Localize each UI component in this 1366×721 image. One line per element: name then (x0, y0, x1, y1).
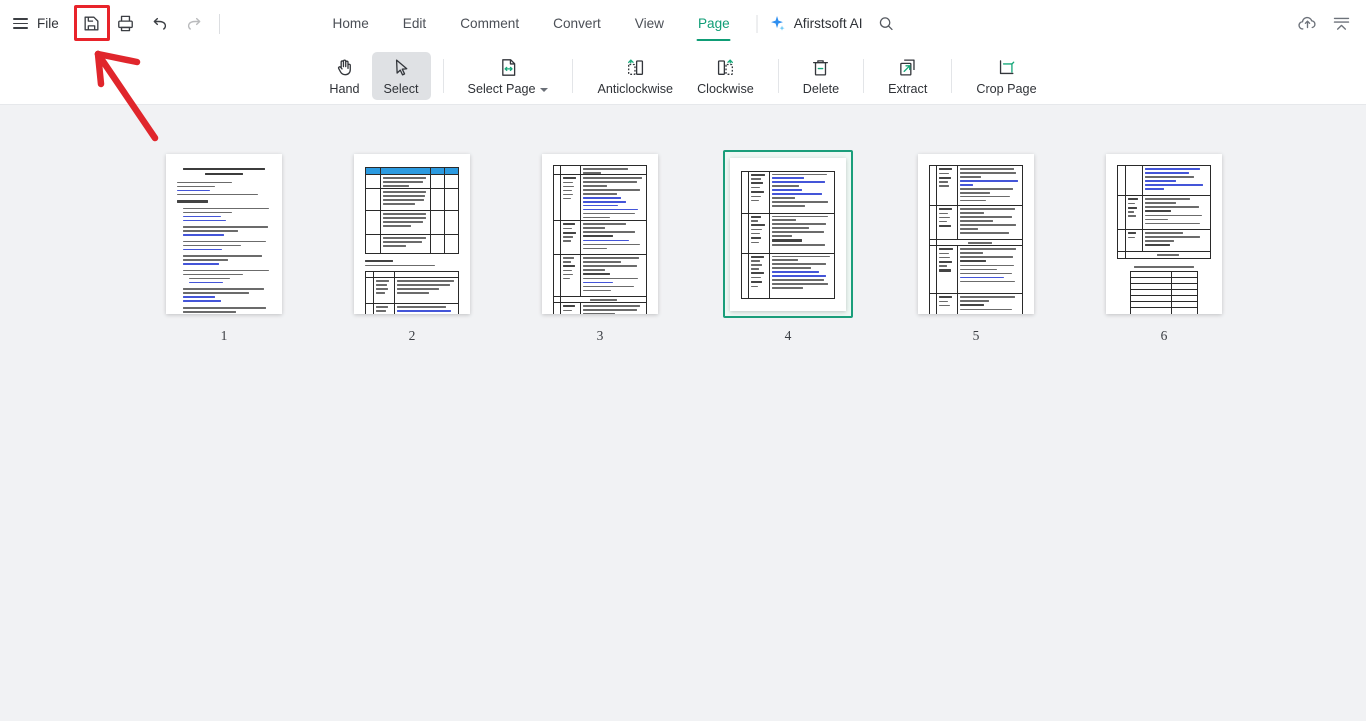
ribbon-select-label: Select (383, 82, 419, 96)
tab-comment[interactable]: Comment (443, 0, 536, 47)
cloud-upload-icon (1297, 16, 1316, 30)
page-number-3: 3 (596, 328, 604, 343)
ribbon-select-page-button[interactable]: Select Page (456, 52, 561, 100)
ribbon-hand-label: Hand (329, 82, 360, 96)
search-button[interactable] (872, 10, 900, 38)
page-number-1: 1 (220, 328, 228, 343)
tab-home[interactable]: Home (316, 0, 386, 47)
ribbon-anticlockwise-button[interactable]: Anticlockwise (585, 52, 685, 100)
ribbon-select-button[interactable]: Select (371, 51, 431, 100)
select-page-icon (498, 56, 519, 79)
extract-icon (897, 56, 918, 79)
rotate-anticlockwise-icon (625, 56, 646, 79)
ribbon-divider-2 (572, 58, 574, 93)
quick-access-toolbar (75, 7, 228, 41)
tab-view[interactable]: View (618, 0, 681, 47)
main-tab-bar: Home Edit Comment Convert View Page Afir… (316, 0, 901, 47)
ribbon-hand-button[interactable]: Hand (317, 52, 371, 100)
page-preview-2 (354, 154, 470, 314)
collapse-ribbon-button[interactable] (1326, 9, 1356, 39)
page-ribbon-toolbar: Hand Select Select Page Anticlockwise Cl… (0, 47, 1366, 105)
tab-edit[interactable]: Edit (386, 0, 443, 47)
cursor-arrow-icon (391, 56, 412, 79)
collapse-ribbon-icon (1333, 17, 1349, 30)
ribbon-clockwise-button[interactable]: Clockwise (685, 52, 766, 100)
ribbon-select-page-text: Select Page (467, 82, 536, 96)
page-preview-content-6 (1106, 154, 1222, 314)
ribbon-divider-1 (442, 58, 444, 93)
page-thumbnail-frame-1 (159, 150, 289, 318)
ribbon-divider-5 (951, 58, 953, 93)
rotate-clockwise-icon (715, 56, 736, 79)
page-number-5: 5 (972, 328, 980, 343)
ribbon-clockwise-label: Clockwise (697, 82, 754, 96)
page-preview-content-1 (166, 154, 282, 314)
afirstsoft-ai-label: Afirstsoft AI (793, 16, 863, 31)
page-preview-content-2 (354, 154, 470, 314)
save-button[interactable] (75, 7, 109, 41)
page-thumbnail-frame-6 (1099, 150, 1229, 318)
print-button[interactable] (109, 7, 143, 41)
tab-bar-divider (756, 14, 758, 33)
page-thumbnail-4[interactable]: 4 (694, 150, 882, 344)
page-thumbnail-workspace: 1 2 3 4 5 6 (0, 105, 1366, 721)
toolbar-divider (218, 13, 220, 34)
tab-convert[interactable]: Convert (536, 0, 618, 47)
ribbon-select-page-label: Select Page (468, 82, 549, 96)
page-thumbnail-3[interactable]: 3 (506, 150, 694, 344)
page-thumbnail-2[interactable]: 2 (318, 150, 506, 344)
trash-icon (810, 56, 831, 79)
hamburger-icon (13, 18, 28, 29)
file-menu-button[interactable]: File (0, 0, 71, 47)
redo-icon (187, 17, 201, 30)
ribbon-delete-label: Delete (802, 82, 840, 96)
page-preview-content-4 (730, 158, 846, 311)
page-thumbnail-5[interactable]: 5 (882, 150, 1070, 344)
page-thumbnail-frame-4 (723, 150, 853, 318)
ribbon-divider-4 (863, 58, 865, 93)
page-thumbnail-1[interactable]: 1 (130, 150, 318, 344)
ribbon-delete-button[interactable]: Delete (791, 52, 851, 100)
ribbon-anticlockwise-label: Anticlockwise (597, 82, 674, 96)
ribbon-crop-page-label: Crop Page (976, 82, 1037, 96)
page-thumbnail-frame-5 (911, 150, 1041, 318)
print-icon (118, 15, 134, 32)
page-preview-1 (166, 154, 282, 314)
page-preview-5 (918, 154, 1034, 314)
undo-button[interactable] (143, 7, 177, 41)
redo-button[interactable] (177, 7, 211, 41)
page-preview-content-5 (918, 154, 1034, 314)
page-number-2: 2 (408, 328, 416, 343)
page-thumbnail-grid: 1 2 3 4 5 6 (0, 105, 1366, 344)
afirstsoft-ai-button[interactable]: Afirstsoft AI (768, 14, 863, 33)
search-icon (880, 17, 894, 31)
page-thumbnail-frame-2 (347, 150, 477, 318)
sparkle-icon (771, 15, 785, 31)
ribbon-extract-button[interactable]: Extract (876, 52, 939, 100)
cloud-upload-button[interactable] (1292, 9, 1322, 39)
save-icon (84, 16, 99, 31)
ribbon-crop-page-button[interactable]: Crop Page (964, 52, 1048, 100)
page-number-4: 4 (784, 328, 792, 343)
top-bar: File Home Edit Comment Convert View Page… (0, 0, 1366, 47)
ribbon-divider-3 (777, 58, 779, 93)
ribbon-extract-label: Extract (888, 82, 928, 96)
chevron-down-icon[interactable] (540, 87, 549, 92)
page-preview-4 (730, 157, 846, 311)
top-bar-right-actions (1292, 0, 1356, 47)
page-preview-6 (1106, 154, 1222, 314)
tab-page[interactable]: Page (681, 0, 747, 47)
hand-icon (334, 56, 355, 79)
page-preview-content-3 (542, 154, 658, 314)
page-thumbnail-frame-3 (535, 150, 665, 318)
crop-icon (996, 56, 1017, 79)
page-preview-3 (542, 154, 658, 314)
undo-icon (153, 17, 166, 30)
page-thumbnail-6[interactable]: 6 (1070, 150, 1258, 344)
file-menu-label: File (37, 16, 59, 31)
page-number-6: 6 (1160, 328, 1168, 343)
